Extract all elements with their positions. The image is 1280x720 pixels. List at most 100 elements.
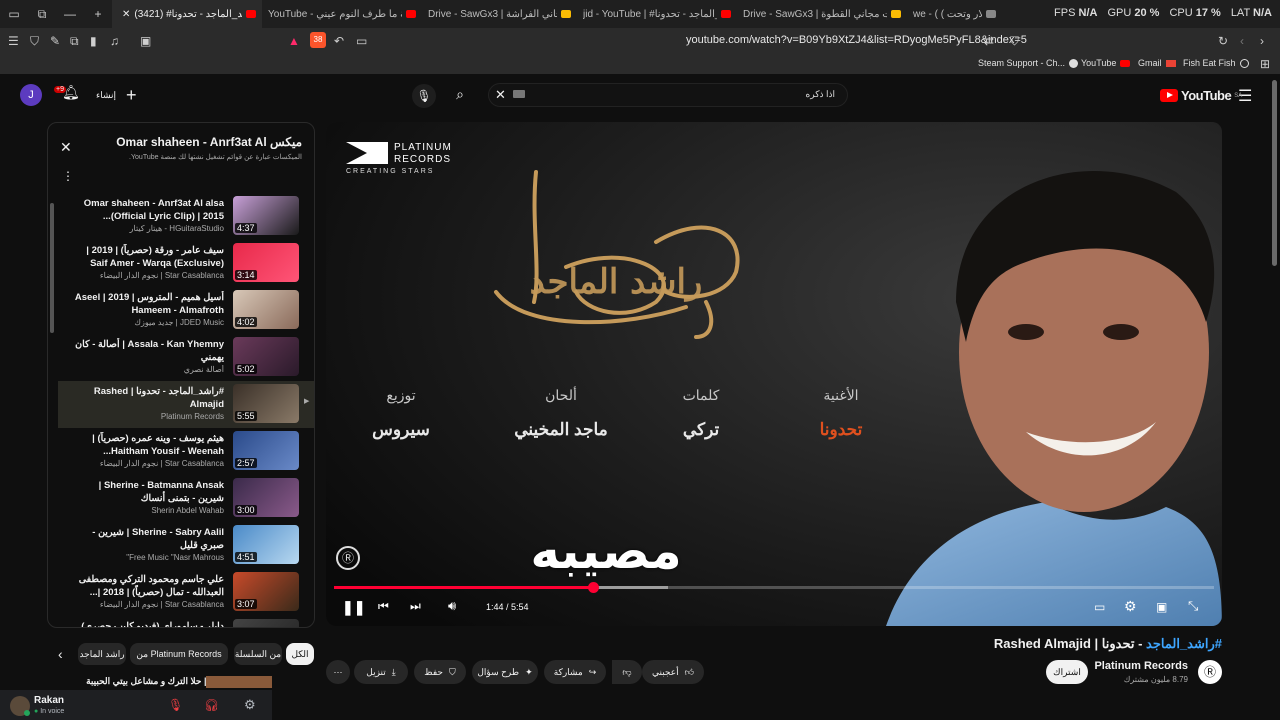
browser-tab[interactable]: jid - YouTube | #راشد_الماجد - تحدونا (577, 0, 737, 28)
video-thumbnail[interactable]: 4:37 (233, 196, 299, 235)
page-scrollbar[interactable] (1272, 80, 1277, 266)
subtitles-icon[interactable]: ▭ (1094, 600, 1105, 614)
playlist-item[interactable]: 4:51 Sherine - Sabry Aalil | شيرين - صبري… (58, 522, 314, 569)
reload-icon[interactable]: ↻ (1218, 34, 1228, 48)
keyboard-icon[interactable] (513, 90, 525, 98)
more-actions-button[interactable]: ⋯ (326, 660, 350, 684)
subscribe-button[interactable]: اشتراك (1046, 660, 1088, 684)
sidebar-menu-icon[interactable]: ☰ (8, 34, 19, 48)
cast-icon[interactable]: ▭ (356, 34, 367, 48)
video-thumbnail[interactable]: 2:57 (233, 431, 299, 470)
playlist-item[interactable]: دايلر - ساموراي (فيديو كليب حصري) (58, 616, 314, 627)
volume-icon[interactable]: 🔊︎ (448, 598, 456, 614)
download-button[interactable]: تنزيل ⤓ (354, 660, 408, 684)
video-thumbnail[interactable]: 5:02 (233, 337, 299, 376)
close-playlist-icon[interactable]: ✕ (60, 139, 72, 156)
fullscreen-icon[interactable]: ⤡ (1188, 598, 1198, 614)
back-history-icon[interactable]: ↶ (334, 34, 344, 48)
brave-shield-badge[interactable]: 38 (310, 32, 326, 48)
share-button[interactable]: مشاركة ↪ (544, 660, 606, 684)
browser-tab[interactable]: ✕ (3421) #راشد_الماجد - تحدونا (112, 0, 262, 28)
close-tab-icon[interactable]: ✕ (118, 9, 130, 20)
like-button[interactable]: أعجبني 👍︎ (642, 660, 704, 684)
panel-icon[interactable]: ▮ (90, 34, 97, 48)
video-thumbnail[interactable]: 3:00 (233, 478, 299, 517)
bookmark-icon[interactable]: ⛉ (1010, 34, 1019, 49)
youtube-logo[interactable]: YouTube SA (1160, 88, 1242, 103)
bookmark-steam[interactable]: Steam Support - Ch... (978, 58, 1079, 68)
screen-icon[interactable]: ▣ (140, 34, 151, 48)
next-video-preview[interactable]: Hala | حلا الترك و مشاعل بيتي الحبيبة (80, 676, 316, 688)
miniplayer-icon[interactable]: ▣ (1156, 600, 1167, 614)
filter-chip[interactable]: من السلسلة (234, 643, 282, 665)
minimize-icon[interactable]: — (56, 7, 84, 21)
youtube-play-logo-icon (1160, 89, 1178, 102)
browser-tab[interactable]: we - ( ادفع بوينتس (حق 5 دولار وتحت ) (907, 0, 1002, 28)
browser-tab[interactable]: YouTube - شيلة ما طرف النوم عيني (262, 0, 422, 28)
shield-sidebar-icon[interactable]: ⛉ (30, 34, 39, 49)
title-hashtag[interactable]: #راشد_الماجد (1146, 636, 1222, 651)
playlist-item[interactable]: 2:57 هيثم يوسف - وينه عمره (حصرياً) | Hai… (58, 428, 314, 475)
tab-actions-icon[interactable]: ⧉ (28, 7, 56, 22)
bookmark-fish[interactable]: Fish Eat Fish (1183, 58, 1249, 68)
user-settings-icon[interactable]: ⚙︎ (244, 697, 256, 713)
deafen-icon[interactable]: 🎧︎ (204, 698, 219, 712)
tabs-icon[interactable]: ⧉ (70, 34, 79, 49)
browser-tab[interactable]: Drive - SawGx3 | البرت مجاني القطوة (737, 0, 907, 28)
browser-tab[interactable]: Drive - SawGx3 | البرت مجاني الفراشة (422, 0, 577, 28)
playlist-item[interactable]: 3:00 Sherine - Batmanna Ansak | شيرين - ب… (58, 475, 314, 522)
channel-name[interactable]: Platinum Records (1094, 660, 1188, 672)
playlist-scrollbar[interactable] (50, 203, 54, 333)
duration-badge: 2:57 (235, 458, 257, 468)
url-field[interactable]: youtube.com/watch?v=B09Yb9XtZJ4&list=RDy… (686, 34, 1027, 46)
label-logo: PLATINUM RECORDS (346, 142, 454, 166)
nav-forward-icon[interactable]: › (1260, 34, 1264, 48)
scrubber-handle[interactable] (587, 582, 599, 593)
video-player[interactable]: PLATINUM RECORDS CREATING STARS راشد الم… (326, 122, 1222, 626)
video-thumbnail[interactable]: 5:55 (233, 384, 299, 423)
share-url-icon[interactable]: ⇄ (984, 34, 994, 48)
progress-track[interactable] (334, 582, 1214, 593)
album-title: مصيبه (530, 522, 682, 580)
video-thumbnail[interactable]: 4:51 (233, 525, 299, 564)
next-icon[interactable]: ⏭︎ (410, 599, 421, 614)
chips-scroll-left-icon[interactable]: ‹ (58, 646, 63, 662)
brave-rewards-icon[interactable]: ▲ (288, 34, 300, 48)
extensions-icon[interactable]: ✎ (50, 34, 60, 48)
dislike-button[interactable]: 👎︎ (612, 660, 642, 684)
bookmark-youtube[interactable]: YouTube (1081, 58, 1131, 68)
filter-chip[interactable]: من Platinum Records (130, 643, 228, 665)
nav-back-icon[interactable]: ‹ (1240, 34, 1244, 48)
clear-search-icon[interactable]: ✕ (495, 87, 506, 103)
video-thumbnail[interactable]: 3:07 (233, 572, 299, 611)
create-button[interactable]: إنشاء + (96, 86, 137, 104)
video-thumbnail[interactable]: 3:14 (233, 243, 299, 282)
window-restore-icon[interactable]: ▭ (0, 7, 28, 21)
ask-button[interactable]: طرح سؤال ✦ (472, 660, 538, 684)
save-button[interactable]: حفظ ⛉ (414, 660, 466, 684)
apps-grid-icon[interactable]: ⊞ (1260, 57, 1270, 71)
playlist-item[interactable]: 4:02 أسيل هميم - المتروس | 2019 | Aseel H… (58, 287, 314, 334)
pause-icon[interactable]: ❚❚ (342, 599, 365, 616)
playlist-item[interactable]: 5:55 #راشد_الماجد - تحدونا | Rashed Almaj… (58, 381, 314, 428)
mic-icon[interactable]: 🎙︎ (412, 84, 436, 108)
mic-muted-icon[interactable]: 🎙︎ (168, 698, 183, 712)
playlist-item[interactable]: 3:07 علي جاسم ومحمود التركي ومصطفى العبدا… (58, 569, 314, 616)
search-input[interactable]: اذا ذكره (806, 89, 835, 100)
filter-chip[interactable]: الكل (286, 643, 314, 665)
search-icon[interactable]: ⌕ (449, 86, 471, 108)
music-icon[interactable]: ♫ (110, 34, 119, 48)
video-thumbnail[interactable]: 4:02 (233, 290, 299, 329)
avatar[interactable]: J (20, 84, 42, 106)
channel-avatar[interactable]: Ⓡ (1198, 660, 1222, 684)
bookmark-gmail[interactable]: Gmail (1138, 58, 1176, 68)
playlist-item[interactable]: 4:37 Omar shaheen - Anrf3at Al alsa (Offi… (58, 193, 314, 240)
video-thumbnail[interactable] (233, 619, 299, 627)
more-options-icon[interactable]: ⋮ (62, 169, 74, 183)
playlist-item[interactable]: 5:02 Assala - Kan Yhemny | أصالة - كان يه… (58, 334, 314, 381)
previous-icon[interactable]: ⏮︎ (378, 599, 389, 614)
new-tab-icon[interactable]: + (84, 7, 112, 21)
settings-gear-icon[interactable]: ⚙︎ (1124, 598, 1137, 615)
playlist-item[interactable]: 3:14 سيف عامر - ورقة (حصرياً) | 2019 | Sa… (58, 240, 314, 287)
filter-chip[interactable]: راشد الماجد (78, 643, 126, 665)
